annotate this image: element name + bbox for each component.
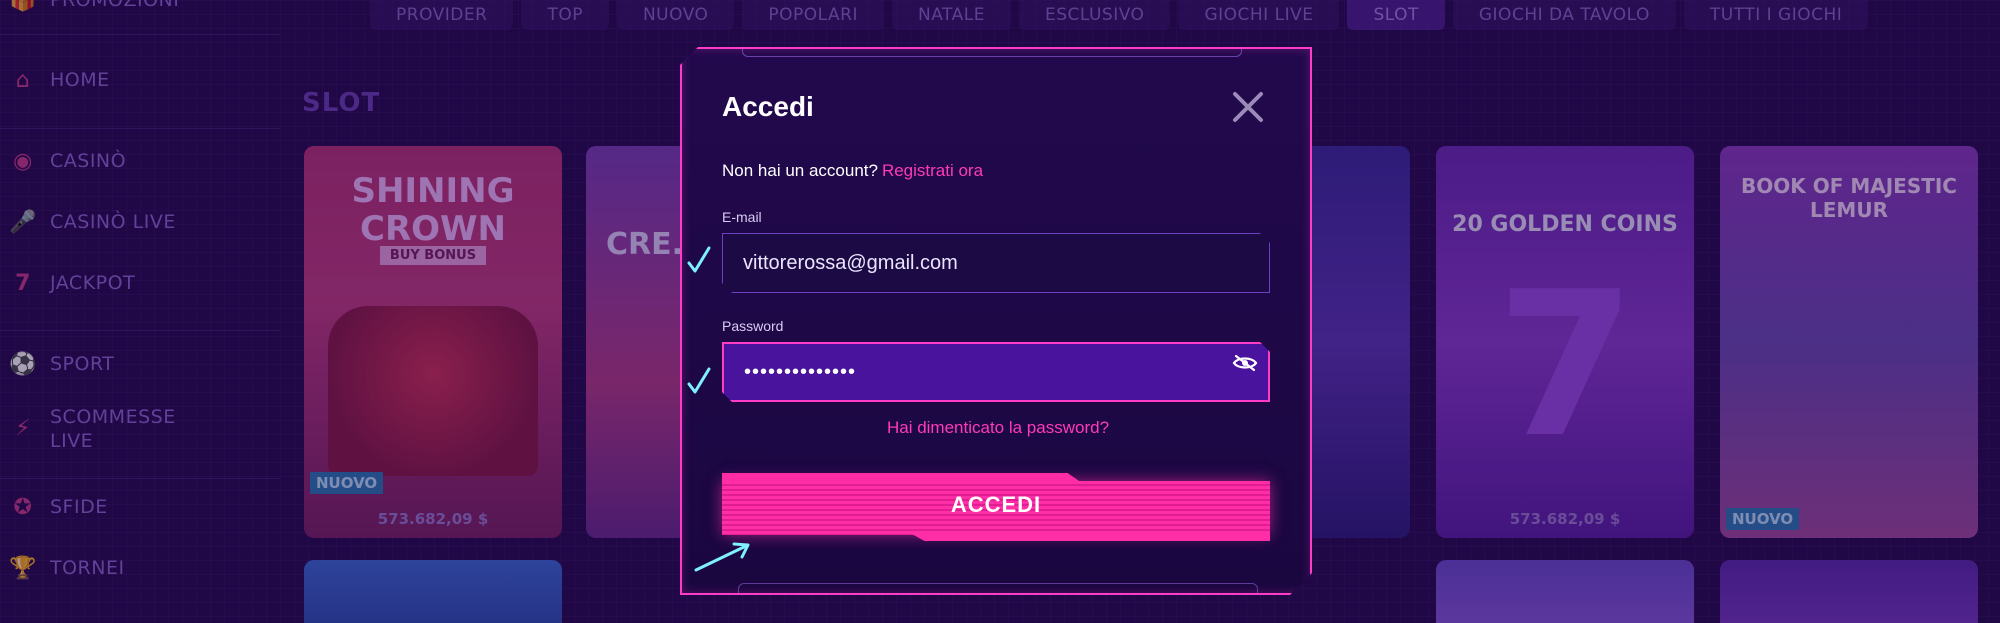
close-button[interactable] <box>1228 87 1268 127</box>
signup-prompt: Non hai un account? Registrati ora <box>722 161 983 181</box>
password-label: Password <box>722 318 784 334</box>
modal-title: Accedi <box>722 91 814 122</box>
checkmark-icon <box>687 246 711 273</box>
submit-label: ACCEDI <box>950 492 1042 517</box>
forgot-password-link[interactable]: Hai dimenticato la password? <box>682 418 1314 438</box>
password-value: •••••••••••••• <box>744 360 857 383</box>
eye-off-icon <box>1232 354 1258 372</box>
modal-decoration <box>742 47 1242 57</box>
checkmark-icon <box>687 367 711 394</box>
close-icon <box>1231 90 1265 124</box>
arrow-icon <box>694 542 750 572</box>
login-modal: Accedi Non hai un account? Registrati ora… <box>680 47 1312 595</box>
button-decoration <box>910 533 1270 541</box>
password-field[interactable]: •••••••••••••• <box>722 342 1270 402</box>
email-label: E-mail <box>722 209 762 225</box>
signup-text: Non hai un account? <box>722 161 878 180</box>
login-submit-button[interactable]: ACCEDI <box>722 473 1270 543</box>
modal-decoration <box>738 583 1258 593</box>
email-field[interactable] <box>722 233 1270 293</box>
toggle-password-visibility-button[interactable] <box>1230 348 1260 378</box>
signup-link[interactable]: Registrati ora <box>882 161 983 180</box>
